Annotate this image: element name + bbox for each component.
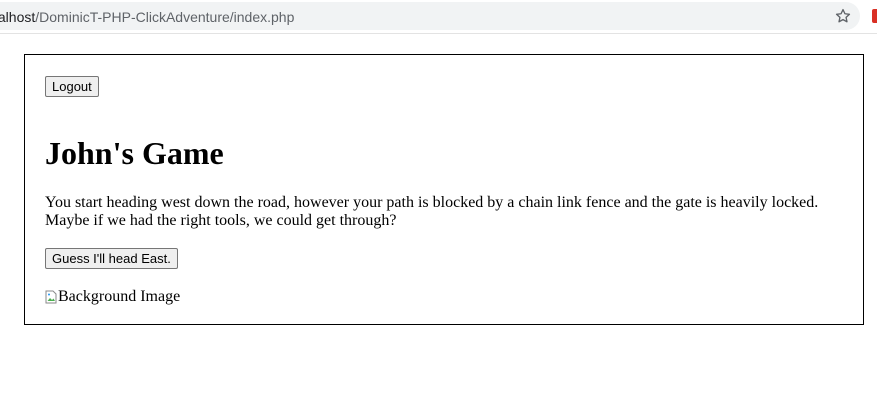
head-east-button[interactable]: Guess I'll head East.: [45, 248, 178, 269]
address-bar[interactable]: localhost/DominicT-PHP-ClickAdventure/in…: [0, 2, 860, 30]
browser-toolbar: localhost/DominicT-PHP-ClickAdventure/in…: [0, 0, 877, 34]
broken-image-icon: [45, 290, 57, 304]
bookmark-star-icon[interactable]: [833, 6, 853, 26]
story-text: You start heading west down the road, ho…: [45, 194, 819, 229]
url-text[interactable]: localhost/DominicT-PHP-ClickAdventure/in…: [0, 9, 294, 25]
star-icon: [835, 8, 851, 23]
background-image: Background Image: [45, 288, 180, 306]
background-image-alt-text: Background Image: [58, 288, 181, 305]
url-host: localhost: [0, 9, 36, 25]
logout-button[interactable]: Logout: [45, 76, 99, 97]
url-path: /DominicT-PHP-ClickAdventure/index.php: [35, 9, 295, 25]
game-container: Logout John's Game You start heading wes…: [24, 54, 864, 325]
extension-icon[interactable]: [872, 9, 877, 23]
page-title: John's Game: [45, 135, 224, 171]
